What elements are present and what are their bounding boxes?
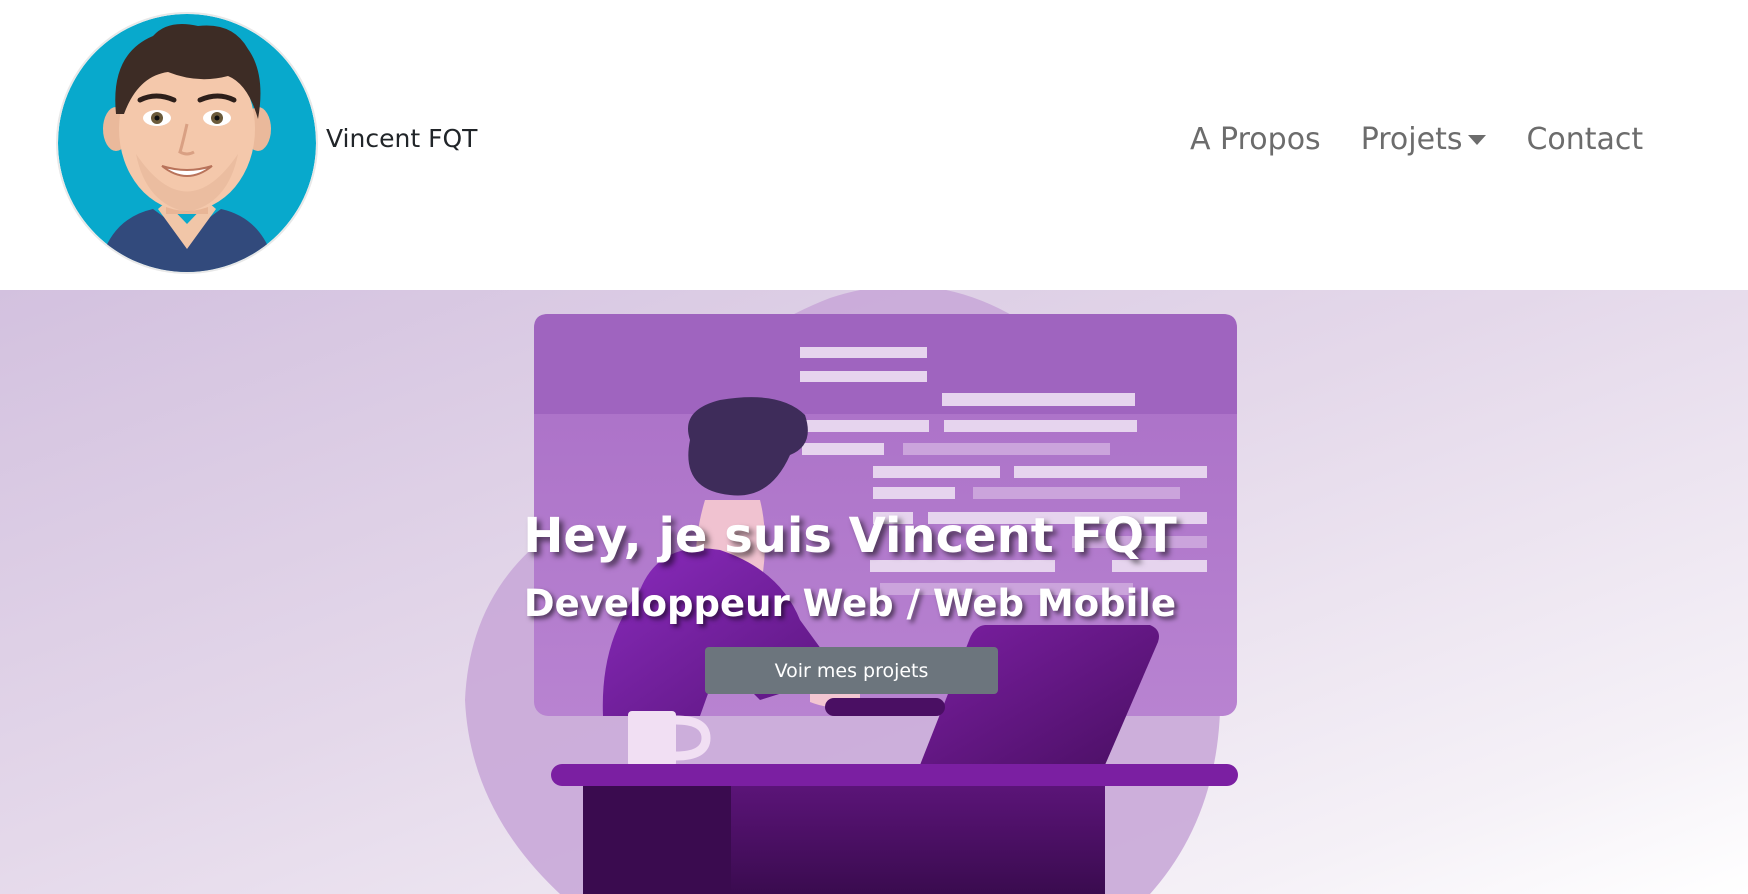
nav-dropdown-projets[interactable]: Projets bbox=[1361, 122, 1487, 157]
avatar-image bbox=[58, 14, 316, 272]
nav-link-contact[interactable]: Contact bbox=[1526, 122, 1643, 157]
hero-section: Hey, je suis Vincent FQT Developpeur Web… bbox=[0, 290, 1748, 894]
caret-down-icon bbox=[1468, 134, 1487, 145]
nav-link-projets-label: Projets bbox=[1360, 122, 1463, 157]
hero-subtitle: Developpeur Web / Web Mobile bbox=[523, 582, 1177, 625]
brand-link[interactable]: Vincent FQT bbox=[56, 12, 477, 274]
brand-name: Vincent FQT bbox=[326, 123, 478, 153]
hero-content: Hey, je suis Vincent FQT Developpeur Web… bbox=[0, 290, 1748, 894]
main-nav: A Propos Projets Contact bbox=[1190, 122, 1683, 157]
view-projects-button[interactable]: Voir mes projets bbox=[705, 647, 998, 694]
avatar bbox=[56, 12, 318, 274]
navbar: Vincent FQT A Propos Projets Contact bbox=[0, 0, 1748, 290]
hero-title: Hey, je suis Vincent FQT bbox=[523, 508, 1177, 564]
nav-link-a-propos[interactable]: A Propos bbox=[1190, 122, 1321, 157]
